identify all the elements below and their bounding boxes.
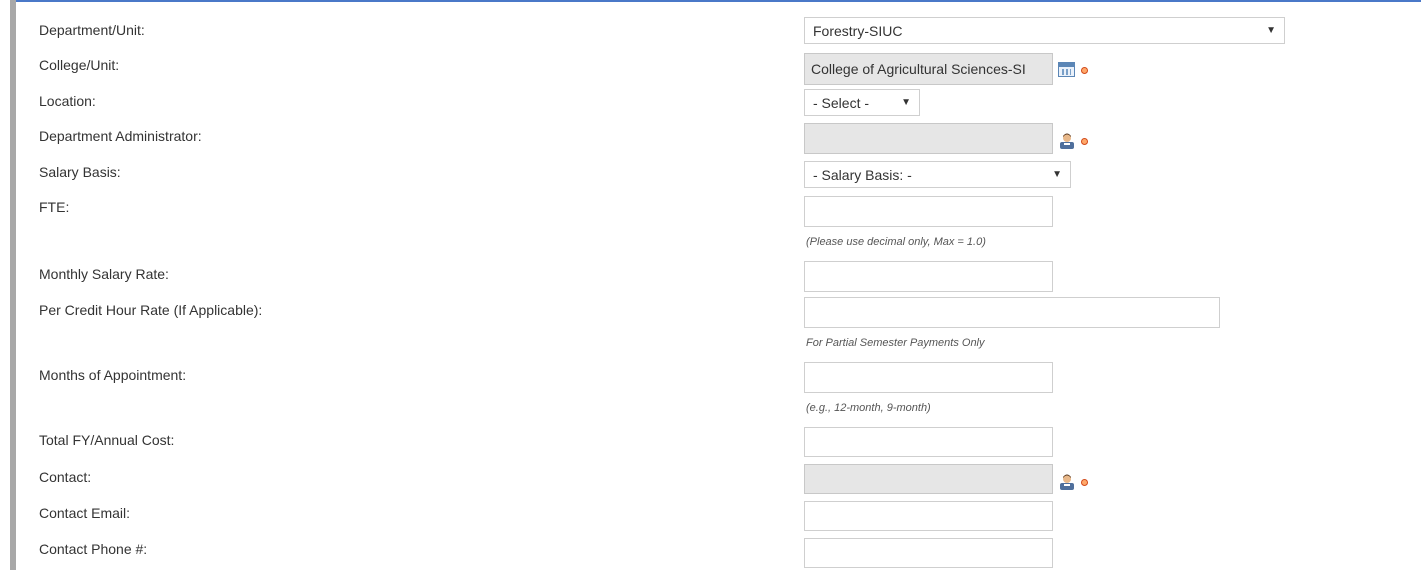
monthly-salary-rate-input[interactable] [804, 261, 1053, 292]
location-select[interactable]: - Select - ▼ [804, 89, 920, 116]
location-label: Location: [39, 93, 96, 109]
department-administrator-field[interactable] [804, 123, 1053, 154]
panel-left-rail [10, 0, 16, 570]
months-of-appointment-hint: (e.g., 12-month, 9-month) [806, 402, 931, 414]
salary-basis-select[interactable]: - Salary Basis: - ▼ [804, 161, 1071, 188]
department-administrator-label: Department Administrator: [39, 128, 202, 144]
salary-basis-label: Salary Basis: [39, 164, 121, 180]
required-indicator-icon [1081, 138, 1088, 145]
chevron-down-icon: ▼ [1052, 169, 1062, 180]
chevron-down-icon: ▼ [1266, 25, 1276, 36]
contact-phone-label: Contact Phone #: [39, 541, 148, 557]
contact-email-label: Contact Email: [39, 505, 131, 521]
fte-hint: (Please use decimal only, Max = 1.0) [806, 236, 986, 248]
required-indicator-icon [1081, 479, 1088, 486]
fte-label: FTE: [39, 199, 70, 215]
panel-top-border [10, 0, 1421, 2]
department-unit-value: Forestry-SIUC [813, 22, 903, 39]
location-value: - Select - [813, 94, 870, 111]
contact-field[interactable] [804, 464, 1053, 494]
department-unit-select[interactable]: Forestry-SIUC ▼ [804, 17, 1285, 44]
required-indicator-icon [1081, 67, 1088, 74]
salary-basis-value: - Salary Basis: - [813, 166, 912, 183]
fte-input[interactable] [804, 196, 1053, 227]
chevron-down-icon: ▼ [901, 97, 911, 108]
monthly-salary-rate-label: Monthly Salary Rate: [39, 266, 169, 282]
total-fy-annual-cost-input[interactable] [804, 427, 1053, 457]
contact-phone-input[interactable] [804, 538, 1053, 568]
per-credit-hour-rate-label: Per Credit Hour Rate (If Applicable): [39, 302, 263, 318]
lookup-list-icon[interactable] [1058, 62, 1075, 77]
college-unit-field[interactable] [804, 53, 1053, 85]
department-unit-label: Department/Unit: [39, 22, 145, 38]
contact-email-input[interactable] [804, 501, 1053, 531]
months-of-appointment-label: Months of Appointment: [39, 367, 187, 383]
contact-label: Contact: [39, 469, 92, 485]
months-of-appointment-input[interactable] [804, 362, 1053, 393]
person-lookup-icon[interactable] [1058, 473, 1076, 491]
total-fy-annual-cost-label: Total FY/Annual Cost: [39, 432, 175, 448]
per-credit-hour-rate-input[interactable] [804, 297, 1220, 328]
college-unit-label: College/Unit: [39, 57, 120, 73]
per-credit-hour-rate-hint: For Partial Semester Payments Only [806, 337, 985, 349]
person-lookup-icon[interactable] [1058, 132, 1076, 150]
